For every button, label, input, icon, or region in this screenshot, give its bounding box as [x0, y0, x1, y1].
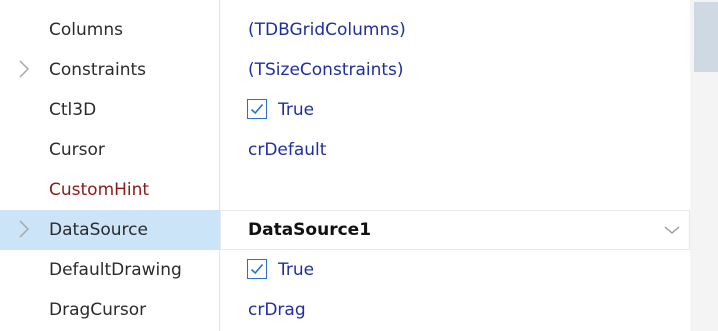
property-name-cell[interactable]: Ctl3D [40, 90, 219, 130]
row-gutter [0, 250, 40, 290]
property-name-customhint: CustomHint [49, 180, 150, 200]
row-gutter [0, 210, 40, 250]
property-row-columns[interactable]: Columns (TDBGridColumns) [0, 10, 690, 50]
property-name-datasource: DataSource [49, 220, 148, 240]
property-name-cell[interactable]: Cursor [40, 130, 219, 170]
property-row-datasource[interactable]: DataSource DataSource1 [0, 210, 690, 250]
row-gutter [0, 290, 40, 330]
property-value-editor[interactable]: DataSource1 [220, 210, 690, 250]
row-gutter [0, 90, 40, 130]
expand-arrow-icon[interactable] [14, 57, 34, 81]
property-name-cursor: Cursor [49, 140, 105, 160]
property-value-cell[interactable]: True [220, 90, 690, 130]
row-gutter [0, 50, 40, 90]
property-value-cell[interactable]: (TDBGridColumns) [220, 10, 690, 50]
property-name-cell[interactable]: DragCursor [40, 290, 219, 330]
property-value-cell[interactable]: crDrag [220, 290, 690, 330]
object-inspector: Columns (TDBGridColumns) Constraints (TS… [0, 0, 718, 331]
property-name-cell[interactable]: Constraints [40, 50, 219, 90]
property-row-ctl3d[interactable]: Ctl3D True [0, 90, 690, 130]
property-name-ctl3d: Ctl3D [49, 100, 97, 120]
checkmark-icon [250, 103, 264, 115]
chevron-down-icon[interactable] [660, 220, 684, 240]
property-name-cell[interactable]: DefaultDrawing [40, 250, 219, 290]
defaultdrawing-checkbox[interactable] [247, 259, 267, 279]
property-row-constraints[interactable]: Constraints (TSizeConstraints) [0, 50, 690, 90]
row-gutter [0, 170, 40, 210]
property-value-cell[interactable]: crDefault [220, 130, 690, 170]
property-row-defaultdrawing[interactable]: DefaultDrawing True [0, 250, 690, 290]
property-value-cursor: crDefault [248, 140, 327, 160]
property-name-defaultdrawing: DefaultDrawing [49, 260, 182, 280]
vertical-scrollbar[interactable] [690, 0, 718, 331]
property-name-constraints: Constraints [49, 60, 146, 80]
property-row-dragcursor[interactable]: DragCursor crDrag [0, 290, 690, 330]
row-gutter [0, 130, 40, 170]
property-value-dragcursor: crDrag [248, 300, 306, 320]
property-value-cell[interactable]: True [220, 250, 690, 290]
property-value-datasource: DataSource1 [248, 220, 372, 240]
checkbox-value-label: True [278, 260, 315, 280]
ctl3d-checkbox[interactable] [247, 99, 267, 119]
property-value-constraints: (TSizeConstraints) [248, 60, 404, 80]
checkmark-icon [250, 263, 264, 275]
property-name-columns: Columns [49, 20, 123, 40]
property-name-cell[interactable]: CustomHint [40, 170, 219, 210]
property-name-cell[interactable]: DataSource [40, 210, 219, 250]
row-gutter [0, 10, 40, 50]
property-row-cursor[interactable]: Cursor crDefault [0, 130, 690, 170]
expand-arrow-icon[interactable] [14, 217, 34, 241]
property-name-dragcursor: DragCursor [49, 300, 147, 320]
property-name-cell[interactable]: Columns [40, 10, 219, 50]
checkbox-value-label: True [278, 100, 315, 120]
property-value-columns: (TDBGridColumns) [248, 20, 406, 40]
scrollbar-thumb[interactable] [694, 2, 718, 72]
property-value-cell[interactable]: (TSizeConstraints) [220, 50, 690, 90]
property-row-customhint[interactable]: CustomHint [0, 170, 690, 210]
property-value-cell[interactable] [220, 170, 690, 210]
